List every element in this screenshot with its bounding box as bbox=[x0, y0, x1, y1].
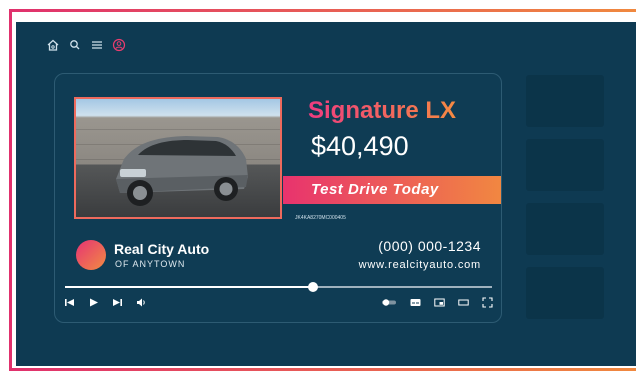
search-icon[interactable] bbox=[68, 38, 82, 52]
dealer-website: www.realcityauto.com bbox=[358, 259, 481, 271]
sidebar-placeholder-1 bbox=[526, 75, 604, 127]
dealer-logo bbox=[76, 240, 106, 270]
player-controls-left bbox=[64, 297, 147, 308]
top-nav bbox=[46, 38, 126, 52]
skip-previous-icon[interactable] bbox=[64, 297, 75, 308]
menu-icon[interactable] bbox=[90, 38, 104, 52]
video-ad-card[interactable]: Signature LX $40,490 Test Drive Today JK… bbox=[54, 73, 502, 323]
account-icon[interactable] bbox=[112, 38, 126, 52]
autoplay-toggle-icon[interactable] bbox=[381, 297, 397, 308]
suv-illustration bbox=[116, 136, 248, 206]
app-screen: Signature LX $40,490 Test Drive Today JK… bbox=[16, 22, 636, 366]
dealer-subtitle: OF ANYTOWN bbox=[115, 259, 186, 269]
progress-bar[interactable] bbox=[65, 282, 492, 292]
vehicle-name: Signature LX bbox=[308, 97, 457, 124]
progress-scrubber[interactable] bbox=[307, 282, 318, 292]
home-icon[interactable] bbox=[46, 38, 60, 52]
test-drive-banner[interactable]: Test Drive Today bbox=[283, 176, 501, 204]
skip-next-icon[interactable] bbox=[112, 297, 123, 308]
captions-icon[interactable] bbox=[410, 297, 421, 308]
dealer-name: Real City Auto bbox=[114, 241, 210, 257]
vehicle-photo bbox=[74, 97, 282, 219]
dealer-phone: (000) 000-1234 bbox=[378, 238, 481, 254]
fullscreen-icon[interactable] bbox=[482, 297, 493, 308]
vin-number: JK4KA8270MC000405 bbox=[295, 215, 346, 221]
sidebar-placeholder-4 bbox=[526, 267, 604, 319]
theater-mode-icon[interactable] bbox=[458, 297, 469, 308]
volume-icon[interactable] bbox=[136, 297, 147, 308]
sidebar-placeholder-2 bbox=[526, 139, 604, 191]
progress-fill bbox=[65, 286, 313, 288]
play-icon[interactable] bbox=[88, 297, 99, 308]
player-controls-right bbox=[381, 297, 493, 308]
miniplayer-icon[interactable] bbox=[434, 297, 445, 308]
sidebar-placeholder-3 bbox=[526, 203, 604, 255]
vehicle-price: $40,490 bbox=[311, 131, 409, 161]
